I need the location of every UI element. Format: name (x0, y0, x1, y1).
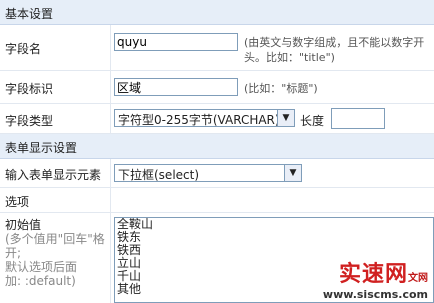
field-tag-input[interactable] (114, 78, 238, 96)
form-element-value: 下拉框(select) (118, 168, 200, 182)
watermark-brand: 实速网 (338, 262, 408, 287)
row-field-type: 字段类型 字符型0-255字节(VARCHAR) ▼ 长度 (0, 104, 434, 134)
field-tag-hint: (比如："标题") (244, 82, 318, 95)
form-element-select[interactable]: 下拉框(select) ▼ (114, 164, 302, 182)
section-basic-settings: 基本设置 (0, 0, 434, 25)
section-title: 表单显示设置 (5, 141, 78, 155)
watermark-url: www.siscms.com (322, 288, 428, 301)
chevron-down-icon[interactable]: ▼ (284, 165, 301, 181)
field-type-value: 字符型0-255字节(VARCHAR) (118, 113, 280, 127)
length-input[interactable] (331, 108, 385, 129)
field-type-label: 字段类型 (5, 114, 54, 128)
row-field-tag: 字段标识 (比如："标题") (0, 71, 434, 104)
watermark-tag: 文网 (408, 273, 428, 284)
form-element-label: 输入表单显示元素 (5, 168, 102, 182)
field-name-hint: (由英文与数字组成，且不能以数字开头。比如："title") (244, 36, 425, 64)
field-name-label: 字段名 (5, 42, 42, 56)
init-value-note-4: 加: :default) (5, 274, 76, 288)
section-title: 基本设置 (5, 7, 54, 21)
field-name-input[interactable] (114, 33, 238, 51)
init-value-note-3: 默认选项后面 (5, 260, 78, 274)
row-field-name: 字段名 (由英文与数字组成，且不能以数字开头。比如："title") (0, 25, 434, 71)
options-label: 选项 (5, 195, 30, 209)
init-value-label-block: 初始值 (多个值用"回车"格 开; 默认选项后面 加: :default) (5, 218, 105, 288)
row-form-element: 输入表单显示元素 下拉框(select) ▼ (0, 159, 434, 188)
section-form-settings: 表单显示设置 (0, 134, 434, 159)
init-value-item: 全鞍山 (117, 217, 154, 231)
init-value-item: 铁东 (117, 230, 142, 244)
init-value-note-1: (多个值用"回车"格 (5, 232, 105, 246)
row-options: 选项 (0, 188, 434, 213)
field-type-select[interactable]: 字符型0-255字节(VARCHAR) ▼ (114, 109, 295, 127)
watermark: 实速网文网 www.siscms.com (323, 256, 428, 301)
init-value-label: 初始值 (5, 218, 42, 232)
field-tag-label: 字段标识 (5, 82, 54, 96)
chevron-down-icon[interactable]: ▼ (277, 110, 294, 126)
init-value-note-2: 开; (5, 246, 22, 260)
length-label: 长度 (300, 114, 325, 128)
